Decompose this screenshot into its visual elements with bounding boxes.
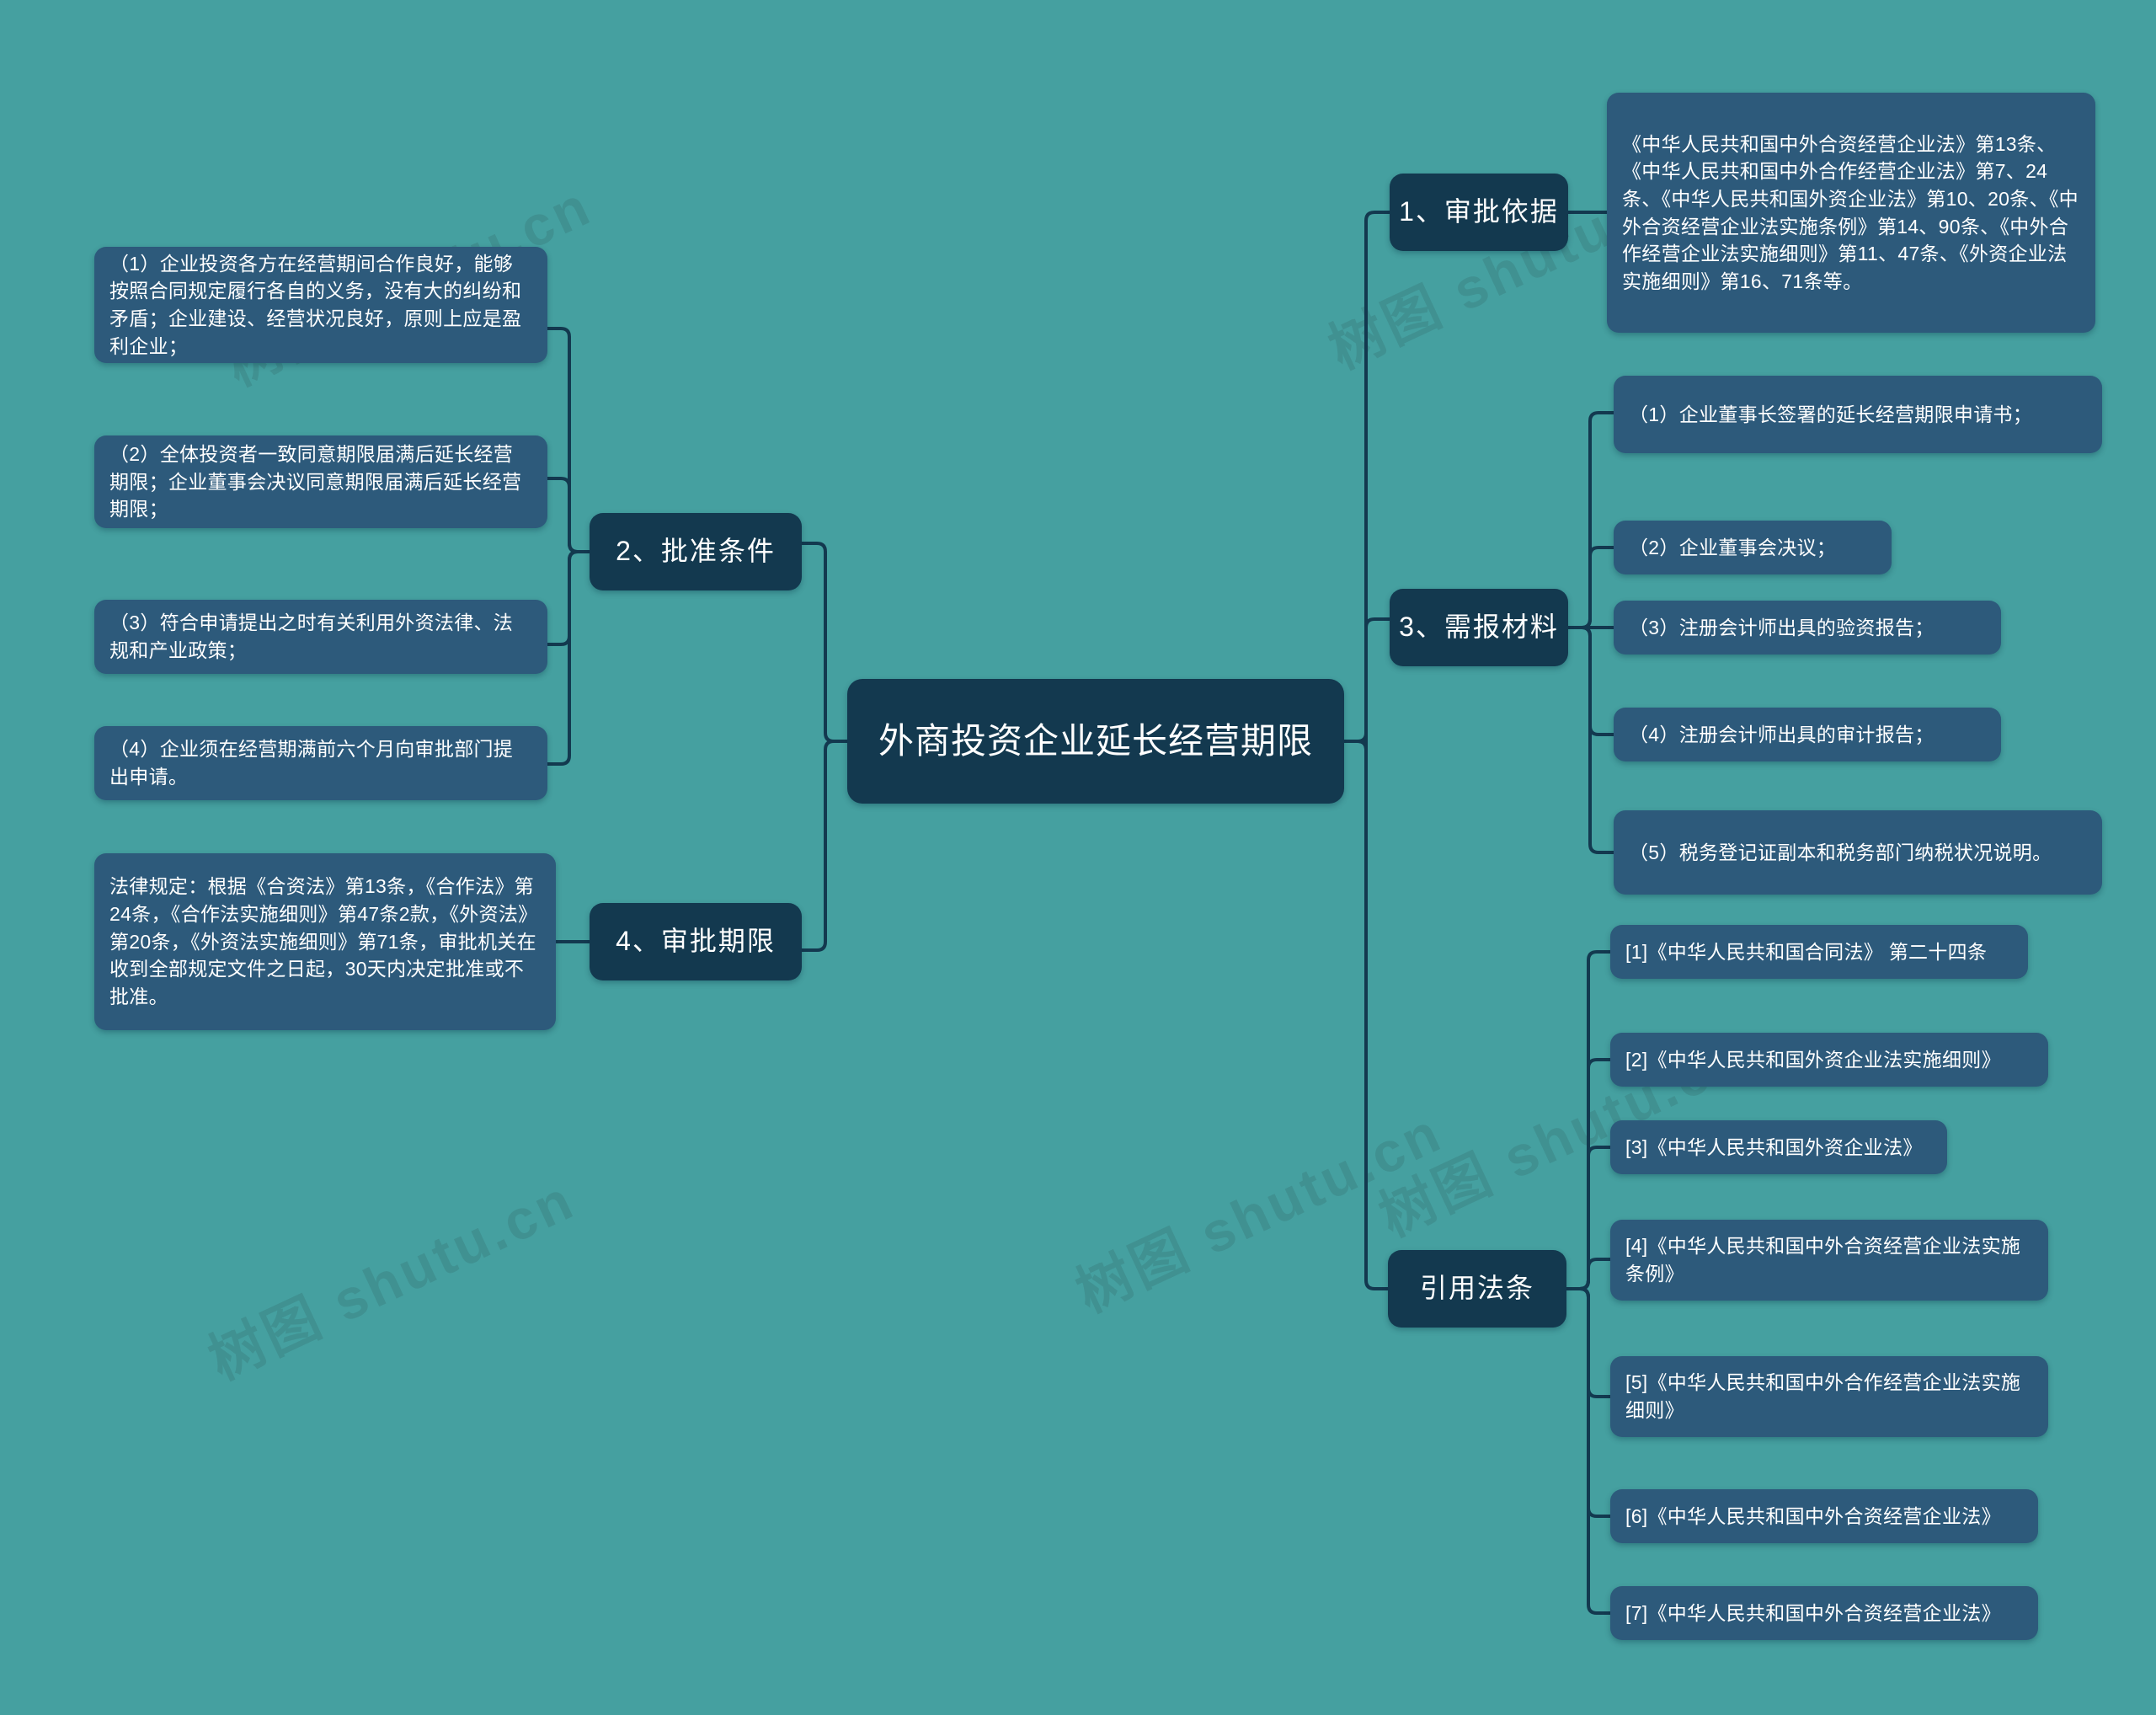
leaf-approval-deadline-1-text: 法律规定：根据《合资法》第13条，《合作法》第24条，《合作法实施细则》第47条…	[109, 875, 538, 1007]
leaf-required-materials-2-text: （2）企业董事会决议；	[1629, 536, 1837, 558]
leaf-approval-deadline-1[interactable]: 法律规定：根据《合资法》第13条，《合作法》第24条，《合作法实施细则》第47条…	[94, 853, 556, 1030]
branch-approval-basis-label: 1、审批依据	[1399, 196, 1559, 227]
leaf-approval-condition-1-text: （1）企业投资各方在经营期间合作良好，能够按照合同规定履行各自的义务，没有大的纠…	[109, 252, 522, 357]
leaf-required-materials-5[interactable]: （5）税务登记证副本和税务部门纳税状况说明。	[1614, 810, 2102, 895]
branch-approval-conditions[interactable]: 2、批准条件	[590, 513, 802, 590]
leaf-cited-law-2-text: [2]《中华人民共和国外资企业法实施细则》	[1625, 1048, 2001, 1071]
leaf-approval-condition-1[interactable]: （1）企业投资各方在经营期间合作良好，能够按照合同规定履行各自的义务，没有大的纠…	[94, 247, 547, 363]
leaf-required-materials-3[interactable]: （3）注册会计师出具的验资报告；	[1614, 601, 2001, 654]
leaf-approval-condition-2[interactable]: （2）全体投资者一致同意期限届满后延长经营期限；企业董事会决议同意期限届满后延长…	[94, 435, 547, 528]
leaf-cited-law-6-text: [6]《中华人民共和国中外合资经营企业法》	[1625, 1504, 2001, 1527]
branch-required-materials-label: 3、需报材料	[1399, 612, 1559, 643]
leaf-cited-law-4-text: [4]《中华人民共和国中外合资经营企业法实施条例》	[1625, 1235, 2021, 1285]
leaf-cited-law-7-text: [7]《中华人民共和国中外合资经营企业法》	[1625, 1601, 2001, 1624]
branch-required-materials[interactable]: 3、需报材料	[1390, 589, 1568, 666]
mindmap-canvas: 树图 shutu.cn 树图 shutu.cn 树图 shutu.cn 树图 s…	[0, 0, 2156, 1715]
watermark: 树图 shutu.cn	[199, 1167, 584, 1392]
leaf-cited-law-2[interactable]: [2]《中华人民共和国外资企业法实施细则》	[1610, 1033, 2048, 1087]
leaf-cited-law-3-text: [3]《中华人民共和国外资企业法》	[1625, 1135, 1923, 1158]
leaf-required-materials-1[interactable]: （1）企业董事长签署的延长经营期限申请书；	[1614, 376, 2102, 453]
leaf-cited-law-3[interactable]: [3]《中华人民共和国外资企业法》	[1610, 1120, 1947, 1174]
leaf-required-materials-5-text: （5）税务登记证副本和税务部门纳税状况说明。	[1629, 841, 2052, 863]
leaf-required-materials-4[interactable]: （4）注册会计师出具的审计报告；	[1614, 708, 2001, 761]
branch-approval-basis[interactable]: 1、审批依据	[1390, 174, 1568, 251]
leaf-approval-basis-1[interactable]: 《中华人民共和国中外合资经营企业法》第13条、《中华人民共和国中外合作经营企业法…	[1607, 93, 2095, 333]
leaf-approval-condition-3[interactable]: （3）符合申请提出之时有关利用外资法律、法规和产业政策；	[94, 600, 547, 674]
leaf-approval-condition-4[interactable]: （4）企业须在经营期满前六个月向审批部门提出申请。	[94, 726, 547, 800]
leaf-required-materials-3-text: （3）注册会计师出具的验资报告；	[1629, 616, 1935, 638]
leaf-cited-law-4[interactable]: [4]《中华人民共和国中外合资经营企业法实施条例》	[1610, 1220, 2048, 1301]
leaf-approval-basis-1-text: 《中华人民共和国中外合资经营企业法》第13条、《中华人民共和国中外合作经营企业法…	[1622, 132, 2079, 292]
leaf-required-materials-2[interactable]: （2）企业董事会决议；	[1614, 521, 1892, 574]
root-node[interactable]: 外商投资企业延长经营期限	[847, 679, 1344, 804]
leaf-approval-condition-3-text: （3）符合申请提出之时有关利用外资法律、法规和产业政策；	[109, 612, 514, 661]
leaf-required-materials-1-text: （1）企业董事长签署的延长经营期限申请书；	[1629, 403, 2033, 425]
leaf-required-materials-4-text: （4）注册会计师出具的审计报告；	[1629, 723, 1935, 745]
leaf-cited-law-5[interactable]: [5]《中华人民共和国中外合作经营企业法实施细则》	[1610, 1356, 2048, 1437]
leaf-cited-law-7[interactable]: [7]《中华人民共和国中外合资经营企业法》	[1610, 1586, 2038, 1640]
root-node-label: 外商投资企业延长经营期限	[878, 721, 1313, 761]
branch-approval-deadline-label: 4、审批期限	[616, 926, 776, 957]
leaf-cited-law-1-text: [1]《中华人民共和国合同法》 第二十四条	[1625, 940, 1988, 963]
leaf-approval-condition-2-text: （2）全体投资者一致同意期限届满后延长经营期限；企业董事会决议同意期限届满后延长…	[109, 443, 522, 521]
branch-approval-deadline[interactable]: 4、审批期限	[590, 903, 802, 980]
leaf-approval-condition-4-text: （4）企业须在经营期满前六个月向审批部门提出申请。	[109, 738, 514, 788]
leaf-cited-law-6[interactable]: [6]《中华人民共和国中外合资经营企业法》	[1610, 1489, 2038, 1543]
branch-cited-laws-label: 引用法条	[1419, 1273, 1534, 1304]
branch-approval-conditions-label: 2、批准条件	[616, 536, 776, 567]
branch-cited-laws[interactable]: 引用法条	[1388, 1250, 1566, 1328]
leaf-cited-law-5-text: [5]《中华人民共和国中外合作经营企业法实施细则》	[1625, 1371, 2021, 1421]
leaf-cited-law-1[interactable]: [1]《中华人民共和国合同法》 第二十四条	[1610, 925, 2028, 979]
